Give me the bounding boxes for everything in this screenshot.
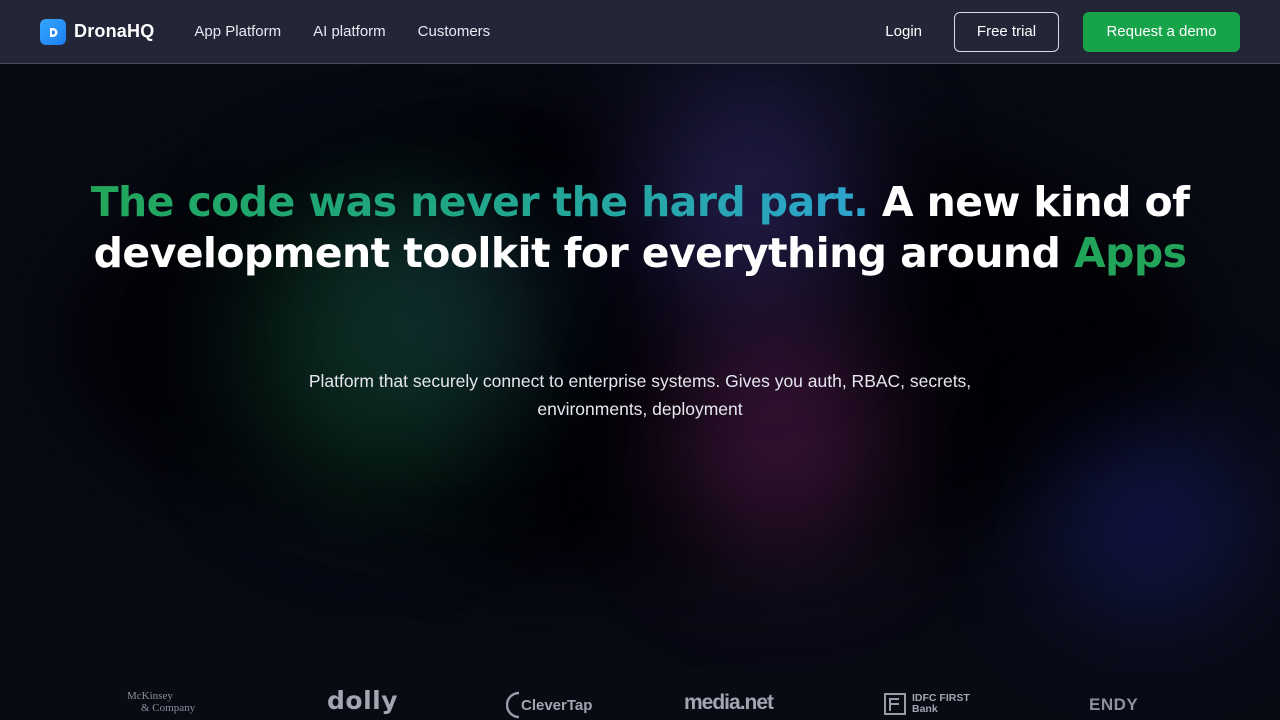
nav-link-app-platform[interactable]: App Platform xyxy=(194,23,281,40)
nav-actions: Login Free trial Request a demo xyxy=(885,11,1240,52)
idfc-bank-icon xyxy=(884,693,906,715)
nav-links: App Platform AI platform Customers xyxy=(194,23,490,40)
idfc-bank-label: Bank xyxy=(912,703,938,715)
dolly-logo: dolly xyxy=(327,686,399,715)
customer-logos-strip: McKinsey & Company dolly CleverTap media… xyxy=(0,686,1280,720)
hero-glow-blue xyxy=(1060,444,1240,604)
clevertap-logo: CleverTap xyxy=(506,690,592,720)
brand-logo-link[interactable]: DronaHQ xyxy=(40,18,155,45)
hero-dark-vignette xyxy=(60,104,1200,574)
top-navigation: DronaHQ App Platform AI platform Custome… xyxy=(0,0,1280,64)
mckinsey-logo: McKinsey & Company xyxy=(127,690,195,714)
hero-glow-magenta xyxy=(680,314,880,554)
mckinsey-logo-line-1: McKinsey xyxy=(127,690,173,702)
idfc-logo: IDFC FIRST Bank xyxy=(884,693,970,715)
headline-highlight: The code was never the hard part. xyxy=(90,178,869,226)
medianet-logo: media.net xyxy=(684,691,774,714)
mckinsey-logo-line-2: & Company xyxy=(141,702,196,714)
nav-link-ai-platform[interactable]: AI platform xyxy=(313,23,386,40)
dronahq-logo-icon xyxy=(40,18,66,45)
hero-subtext-line-1: Platform that securely connect to enterp… xyxy=(308,371,972,391)
endy-logo: ENDY xyxy=(1089,695,1139,714)
headline-apps: Apps xyxy=(1073,229,1187,277)
clevertap-name: CleverTap xyxy=(521,696,593,714)
nav-link-customers[interactable]: Customers xyxy=(418,23,491,40)
hero-headline: The code was never the hard part. A new … xyxy=(0,177,1280,279)
hero-subtext-line-2: environments, deployment xyxy=(537,399,743,419)
hero-subtext: Platform that securely connect to enterp… xyxy=(0,367,1280,423)
clevertap-arc-icon xyxy=(506,691,520,719)
request-demo-button[interactable]: Request a demo xyxy=(1083,11,1240,52)
free-trial-button[interactable]: Free trial xyxy=(954,11,1059,52)
login-link[interactable]: Login xyxy=(885,23,922,40)
brand-name: DronaHQ xyxy=(74,21,155,41)
hero-section: The code was never the hard part. A new … xyxy=(0,64,1280,720)
idfc-text: IDFC FIRST Bank xyxy=(912,693,970,715)
